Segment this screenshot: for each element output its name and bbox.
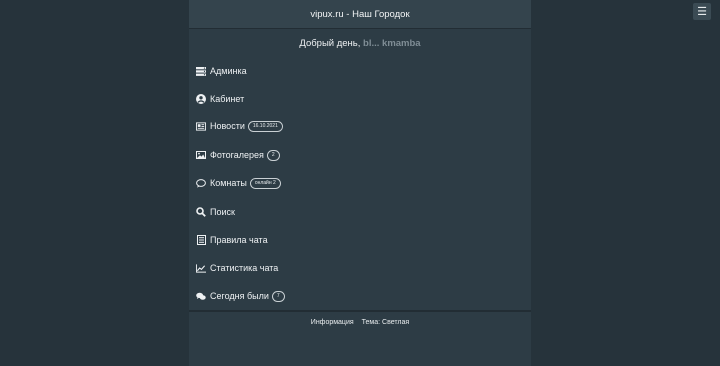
rooms-online-badge: онлайн 2: [249, 177, 281, 189]
greeting-text: Добрый день,: [299, 38, 364, 49]
menu-item-news[interactable]: Новости 16.10.2021: [196, 118, 283, 134]
menu-item-rules[interactable]: Правила чата: [196, 232, 268, 248]
news-date-badge: 16.10.2021: [247, 120, 283, 132]
gallery-count-badge: 2: [266, 149, 280, 161]
main-column: vipux.ru - Наш Городок Добрый день, bl..…: [189, 0, 531, 366]
menu-item-label: Сегодня были: [210, 291, 269, 301]
menu-item-label: Новости: [210, 121, 245, 131]
menu-item-label: Статистика чата: [210, 263, 279, 273]
newspaper-icon: [196, 121, 206, 131]
menu-item-label: Фотогалерея: [210, 150, 264, 160]
menu-item-search[interactable]: Поиск: [196, 204, 235, 220]
server-icon: [196, 66, 206, 76]
menu-item-cabinet[interactable]: Кабинет: [196, 91, 244, 107]
site-header: vipux.ru - Наш Городок: [189, 0, 531, 29]
image-icon: [196, 150, 206, 160]
footer-divider: [189, 310, 531, 312]
greeting: Добрый день, bl... kmamba: [189, 38, 531, 49]
menu-toggle-button[interactable]: ☰: [693, 3, 711, 20]
info-link[interactable]: Информация: [311, 319, 354, 326]
menu-item-admin[interactable]: Админка: [196, 63, 247, 79]
menu-item-rooms[interactable]: Комнаты онлайн 2: [196, 175, 281, 191]
footer: Информация Тема: Светлая: [189, 319, 531, 326]
site-title[interactable]: vipux.ru - Наш Городок: [310, 9, 409, 20]
menu-item-label: Комнаты: [210, 178, 247, 188]
menu-item-gallery[interactable]: Фотогалерея 2: [196, 147, 280, 163]
menu-item-label: Правила чата: [210, 235, 268, 245]
today-count-badge: 7: [271, 290, 285, 302]
comments-icon: [196, 291, 206, 301]
search-icon: [196, 207, 206, 217]
menu-item-today[interactable]: Сегодня были 7: [196, 288, 285, 304]
theme-link[interactable]: Тема: Светлая: [362, 319, 410, 326]
menu-item-label: Кабинет: [210, 94, 245, 104]
user-circle-icon: [196, 94, 206, 104]
rules-list-icon: [196, 235, 206, 245]
menu-item-label: Админка: [210, 66, 247, 76]
menu-item-stats[interactable]: Статистика чата: [196, 260, 278, 276]
chat-bubble-icon: [196, 178, 206, 188]
menu-item-label: Поиск: [210, 207, 235, 217]
hamburger-icon: ☰: [697, 6, 707, 18]
user-nickname[interactable]: bl... kmamba: [363, 38, 421, 49]
line-chart-icon: [196, 263, 206, 273]
